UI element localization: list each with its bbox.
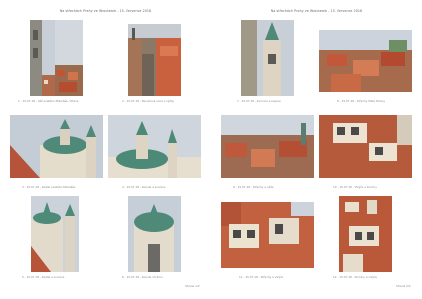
photo-caption: 6 - 15.07.18 - Kopule chrámu xyxy=(122,275,163,279)
album-page-left: Na střechách Prahy ve Wrocławie - 15. če… xyxy=(0,0,211,299)
photo-roofs-towers[interactable] xyxy=(221,115,314,178)
photo-street-view[interactable] xyxy=(128,24,181,96)
photo-caption: 11 - 15.07.18 - Střechy a vikýře xyxy=(239,275,284,279)
page-title: Na střechách Prahy ve Wrocławie - 15. če… xyxy=(270,9,363,13)
page-number: Strana 1/2 xyxy=(185,284,200,288)
photo-caption: 3 - 15.07.18 - Kostel svatého Mikuláše xyxy=(22,185,76,189)
photo-caption: 8 - 15.07.18 - Střechy Malé Strany xyxy=(337,99,386,103)
photo-church-roof[interactable] xyxy=(10,115,103,178)
photo-roofs-dormers[interactable] xyxy=(221,202,314,268)
photo-rooftops-view[interactable] xyxy=(55,20,83,96)
photo-caption: 4 - 15.07.18 - Kopule a zvonice xyxy=(122,185,166,189)
photo-caption: 2 - 15.07.18 - Nerudova ulice z výšky xyxy=(122,99,175,103)
photo-caption: 10 - 15.07.18 - Vikýře a komíny xyxy=(333,185,377,189)
photo-caption: 5 - 15.07.18 - Kostel a zvonice xyxy=(22,275,65,279)
photo-caption: 1 - 15.07.18 - Věž svatého Mikuláše, Vlt… xyxy=(18,99,79,103)
photo-dome-belltower[interactable] xyxy=(108,115,201,178)
page-number: Strana 2/2 xyxy=(396,284,411,288)
photo-mala-strana-rooftops[interactable] xyxy=(319,30,412,92)
photo-caption: 12 - 15.07.18 - Komíny a vikýře xyxy=(333,275,377,279)
photo-dormers-chimneys[interactable] xyxy=(319,115,412,178)
page-title: Na střechách Prahy ve Wrocławie - 15. če… xyxy=(59,9,152,13)
album-page-right: Na střechách Prahy ve Wrocławie - 15. če… xyxy=(211,0,422,299)
photo-tower-left[interactable] xyxy=(30,20,55,96)
photo-caption: 7 - 15.07.18 - Zvonice a kopule xyxy=(237,99,281,103)
photo-belltower-dome[interactable] xyxy=(241,20,294,96)
photo-church-dome[interactable] xyxy=(128,196,181,272)
photo-caption: 9 - 15.07.18 - Střechy a věže xyxy=(233,185,274,189)
photo-church-tower[interactable] xyxy=(31,196,79,272)
photo-chimneys-dormers[interactable] xyxy=(339,196,392,272)
